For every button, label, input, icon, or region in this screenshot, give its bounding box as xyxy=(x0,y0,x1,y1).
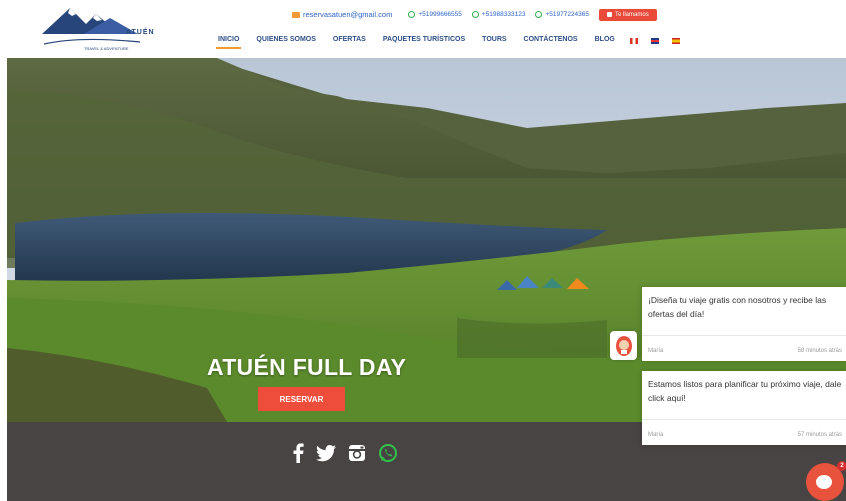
call-me-label: Te llamamos xyxy=(615,11,649,18)
chat-bubble-icon xyxy=(816,475,832,489)
reserve-button[interactable]: RESERVAR xyxy=(258,387,345,411)
hero-banner: ATUÉN FULL DAY RESERVAR xyxy=(7,58,846,422)
instagram-icon[interactable] xyxy=(348,444,366,462)
unread-badge: 2 xyxy=(837,461,846,471)
landscape-image xyxy=(7,58,846,422)
chat-divider xyxy=(642,419,846,420)
atuen-logo[interactable]: ATUÉN TRAVEL & ADVENTURE xyxy=(40,4,155,51)
mountain-logo-icon xyxy=(42,8,141,45)
whatsapp-icon xyxy=(471,11,479,18)
nav-item-paquetes[interactable]: PAQUETES TURÍSTICOS xyxy=(381,34,467,47)
phone-number[interactable]: +51988333123 xyxy=(482,11,526,18)
nav-item-ofertas[interactable]: OFERTAS xyxy=(331,34,368,47)
phone-contact-2[interactable]: +51988333123 xyxy=(471,11,526,18)
logo-wordmark: ATUÉN xyxy=(126,29,155,36)
twitter-icon[interactable] xyxy=(316,444,336,462)
nav-item-inicio[interactable]: INICIO xyxy=(216,34,242,49)
phone-number[interactable]: +51999666555 xyxy=(418,11,462,18)
call-me-button[interactable]: Te llamamos xyxy=(599,8,657,21)
hero-title: ATUÉN FULL DAY xyxy=(207,354,407,380)
flag-peru-icon[interactable] xyxy=(629,38,638,44)
chat-author: María xyxy=(648,348,664,354)
whatsapp-icon xyxy=(408,11,416,18)
nav-item-contactenos[interactable]: CONTÁCTENOS xyxy=(522,34,580,47)
chat-message-card-1[interactable]: ¡Diseña tu viaje gratis con nosotros y r… xyxy=(642,287,846,361)
phone-number[interactable]: +51977224365 xyxy=(545,11,589,18)
social-links xyxy=(292,443,398,463)
chat-divider xyxy=(642,335,846,336)
flag-uk-icon[interactable] xyxy=(650,38,659,44)
email-link[interactable]: reservasatuen@gmail.com xyxy=(303,10,392,19)
phone-contact-3[interactable]: +51977224365 xyxy=(535,11,589,18)
chat-time: 57 minutos atrás xyxy=(797,432,842,438)
facebook-icon[interactable] xyxy=(292,443,304,463)
chat-message-text: ¡Diseña tu viaje gratis con nosotros y r… xyxy=(648,295,827,319)
chat-meta: María 58 minutos atrás xyxy=(648,348,842,354)
chat-message-card-2[interactable]: Estamos listos para planificar tu próxim… xyxy=(642,371,846,445)
whatsapp-icon xyxy=(535,11,543,18)
nav-item-quienes-somos[interactable]: QUIENES SOMOS xyxy=(254,34,318,47)
chat-message-text: Estamos listos para planificar tu próxim… xyxy=(648,379,842,403)
nav-item-tours[interactable]: TOURS xyxy=(480,34,508,47)
main-nav: INICIO QUIENES SOMOS OFERTAS PAQUETES TU… xyxy=(216,34,680,52)
chat-meta: María 57 minutos atrás xyxy=(648,432,842,438)
whatsapp-icon[interactable] xyxy=(378,443,398,463)
mail-icon xyxy=(292,11,300,18)
chat-time: 58 minutos atrás xyxy=(797,348,842,354)
contact-bar: reservasatuen@gmail.com +51999666555 +51… xyxy=(292,8,657,21)
chat-agent-avatar[interactable] xyxy=(610,331,637,360)
logo-tagline: TRAVEL & ADVENTURE xyxy=(84,46,129,51)
email-contact[interactable]: reservasatuen@gmail.com xyxy=(292,10,398,19)
flag-spain-icon[interactable] xyxy=(671,38,680,44)
agent-avatar-icon xyxy=(615,335,632,356)
phone-icon xyxy=(607,12,613,17)
phone-contact-1[interactable]: +51999666555 xyxy=(408,11,462,18)
site-header: ATUÉN TRAVEL & ADVENTURE reservasatuen@g… xyxy=(0,0,846,58)
nav-item-blog[interactable]: BLOG xyxy=(593,34,617,47)
chat-author: María xyxy=(648,432,664,438)
